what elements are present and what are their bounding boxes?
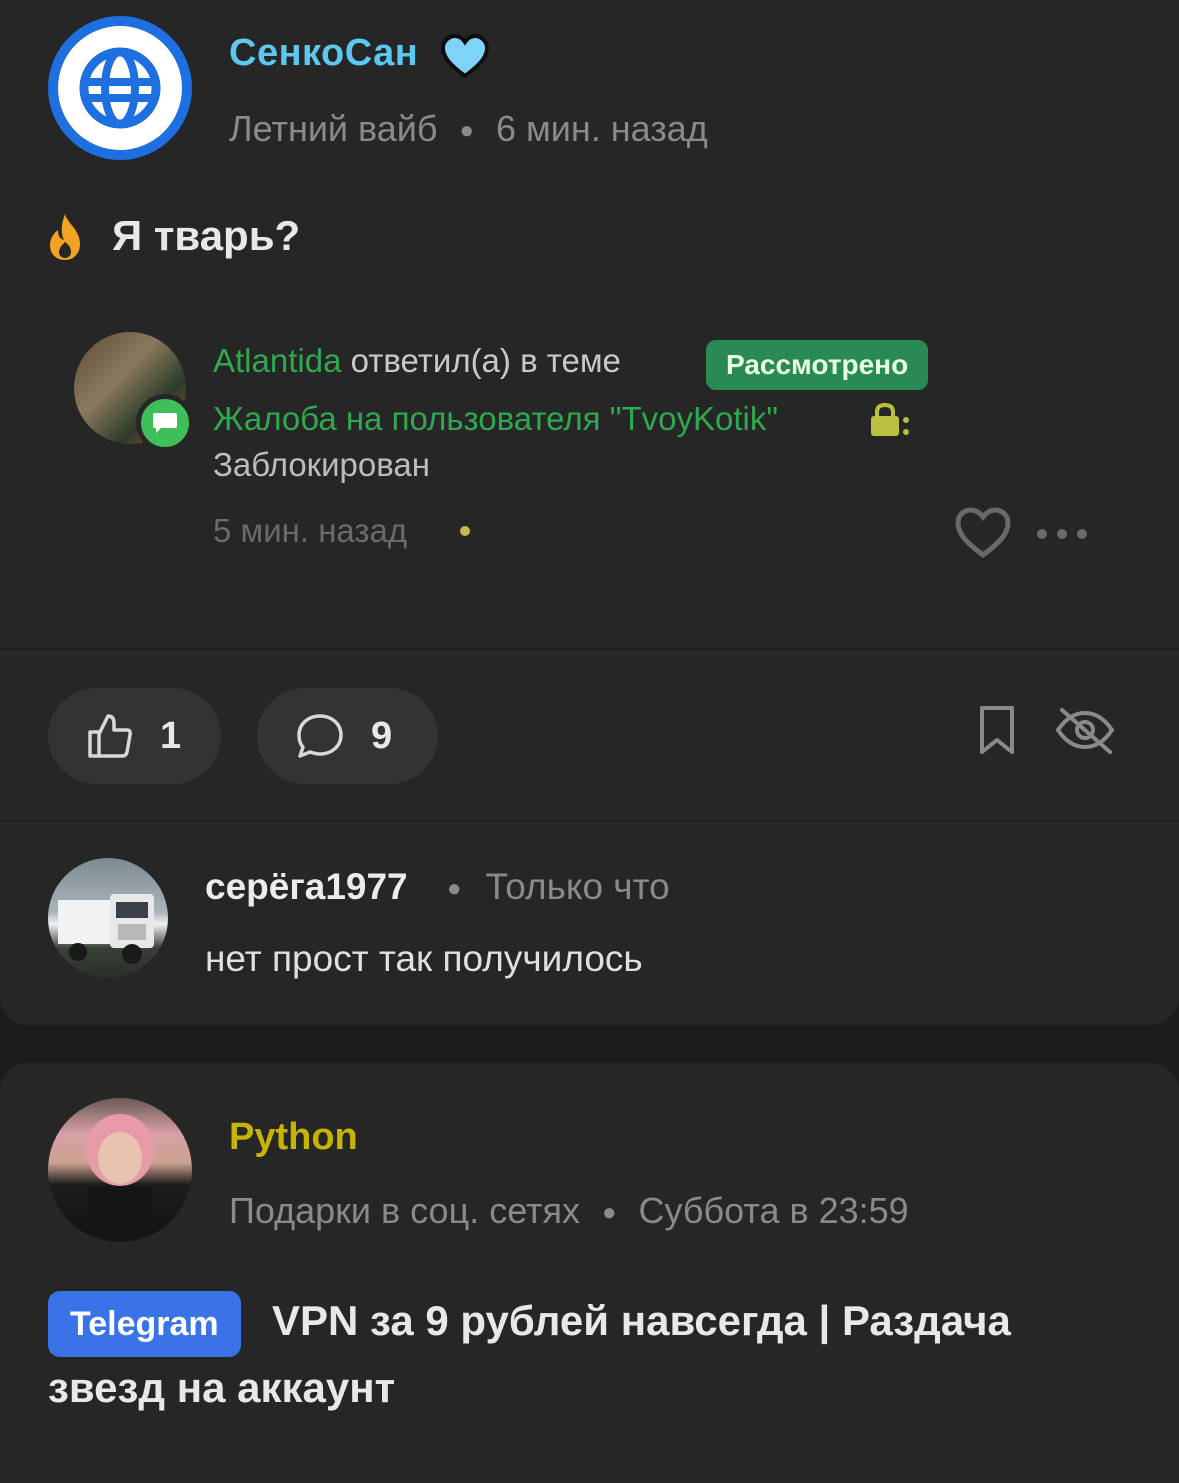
flame-icon xyxy=(50,214,80,260)
post-meta: Летний вайб ● 6 мин. назад xyxy=(229,108,708,150)
post-meta: Подарки в соц. сетях ● Суббота в 23:59 xyxy=(229,1190,909,1232)
embed-result: Заблокирован xyxy=(213,446,430,483)
comment-text: нет прост так получилось xyxy=(205,938,643,979)
embed-action-line: Atlantida ответил(а) в теме xyxy=(213,342,621,380)
heart-icon xyxy=(955,507,1011,559)
author-name[interactable]: Python xyxy=(229,1116,358,1159)
divider xyxy=(0,820,1179,822)
lock-icon xyxy=(871,402,909,436)
post-title-continued[interactable]: звезд на аккаунт xyxy=(48,1364,395,1412)
author-avatar[interactable] xyxy=(48,1098,192,1242)
truck-image xyxy=(58,894,154,964)
comments-button[interactable]: 9 xyxy=(257,688,438,784)
section-link[interactable]: Летний вайб xyxy=(229,108,438,149)
embed-time: 5 мин. назад xyxy=(213,512,408,549)
thumbs-up-icon xyxy=(88,714,132,758)
comment-icon xyxy=(297,714,343,758)
more-icon xyxy=(1037,529,1087,539)
status-badge: Рассмотрено xyxy=(706,340,929,390)
embed-user: Atlantida xyxy=(213,342,342,379)
heart-badge-icon xyxy=(440,34,490,79)
post-time: 6 мин. назад xyxy=(496,108,708,149)
divider xyxy=(0,648,1179,650)
bookmark-icon[interactable] xyxy=(976,704,1018,756)
commenter-name[interactable]: серёга1977 xyxy=(205,866,408,908)
comment-time: Только что xyxy=(485,866,670,907)
star-icon xyxy=(460,526,470,536)
avatar-image xyxy=(86,1114,154,1242)
post-title[interactable]: Я тварь? xyxy=(112,212,300,260)
message-badge-icon xyxy=(136,394,194,452)
like-count: 1 xyxy=(160,714,182,757)
author-avatar[interactable] xyxy=(48,16,192,160)
globe-icon xyxy=(79,47,161,129)
comment-meta: ● Только что xyxy=(447,866,670,908)
separator-dot: ● xyxy=(447,875,462,903)
tag-badge[interactable]: Telegram xyxy=(48,1291,241,1357)
post-title[interactable]: VPN за 9 рублей навсегда | Раздача xyxy=(272,1297,1011,1345)
section-link[interactable]: Подарки в соц. сетях xyxy=(229,1190,580,1231)
commenter-avatar[interactable] xyxy=(48,858,168,978)
author-name[interactable]: СенкоСан xyxy=(229,32,418,75)
eye-off-icon[interactable] xyxy=(1054,704,1116,756)
comment-count: 9 xyxy=(371,714,393,757)
separator-dot: ● xyxy=(459,117,475,145)
embed-action: ответил(а) в теме xyxy=(341,342,621,379)
like-button[interactable]: 1 xyxy=(48,688,221,784)
embed-thread: Жалоба на пользователя "TvoyKotik" xyxy=(213,400,779,437)
post-time: Суббота в 23:59 xyxy=(638,1190,909,1231)
separator-dot: ● xyxy=(602,1199,617,1227)
